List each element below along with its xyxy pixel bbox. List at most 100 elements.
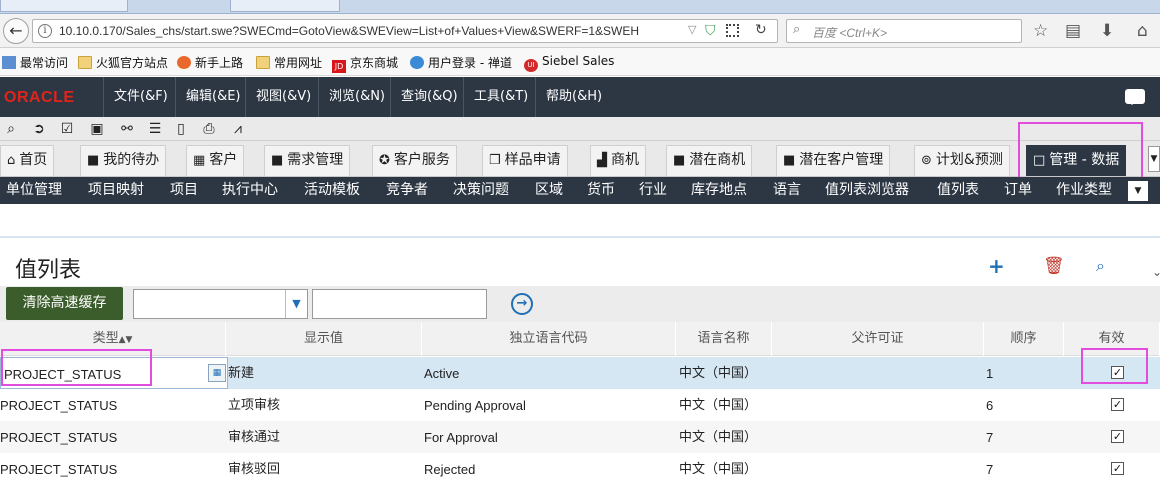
- cell-code[interactable]: Active: [424, 357, 459, 389]
- query-value-input[interactable]: [312, 289, 487, 319]
- column-header-parent[interactable]: 父许可证: [772, 322, 984, 356]
- subnav-item[interactable]: 活动模板: [304, 177, 360, 204]
- subnav-item[interactable]: 项目映射: [88, 177, 144, 204]
- info-icon[interactable]: i: [38, 24, 52, 38]
- cell-language[interactable]: 中文（中国）: [679, 453, 757, 485]
- pick-list-icon[interactable]: ▦: [208, 364, 226, 382]
- column-header-display[interactable]: 显示值: [226, 322, 422, 356]
- chevron-down-icon[interactable]: ▼: [285, 290, 307, 318]
- browser-tab[interactable]: [0, 0, 128, 12]
- subnav-item[interactable]: 行业: [639, 177, 667, 204]
- query-field-select[interactable]: ▼: [133, 289, 308, 319]
- cell-order[interactable]: 7: [986, 421, 993, 453]
- menu-query[interactable]: 查询(&Q): [390, 77, 468, 117]
- clipboard-icon[interactable]: ▣: [88, 120, 106, 138]
- subnav-item[interactable]: 语言: [773, 177, 801, 204]
- checkbox-active[interactable]: ✓: [1111, 462, 1124, 475]
- bookmark-item[interactable]: JD 京东商城: [332, 54, 398, 73]
- bookmark-item[interactable]: 火狐官方站点: [78, 54, 168, 71]
- subnav-item[interactable]: 值列表浏览器: [825, 177, 909, 204]
- column-header-language[interactable]: 语言名称: [676, 322, 772, 356]
- search-icon[interactable]: ⌕: [1096, 256, 1105, 276]
- address-bar[interactable]: i 10.10.0.170/Sales_chs/start.swe?SWECmd…: [32, 19, 778, 43]
- checkbox-active[interactable]: ✓: [1111, 430, 1124, 443]
- tab-plan-forecast[interactable]: ⊚ 计划&预测: [914, 145, 1010, 176]
- tab-potential-opportunities[interactable]: ■ 潜在商机: [666, 145, 753, 176]
- tab-accounts[interactable]: ▦ 客户: [186, 145, 245, 176]
- browser-tab[interactable]: [230, 0, 340, 12]
- subnav-item[interactable]: 库存地点: [691, 177, 747, 204]
- add-icon[interactable]: +: [988, 256, 1005, 276]
- tab-opportunities[interactable]: ▟ 商机: [590, 145, 646, 176]
- column-header-code[interactable]: 独立语言代码: [422, 322, 676, 356]
- star-icon[interactable]: ☆: [1033, 21, 1048, 41]
- clear-cache-button[interactable]: 清除高速缓存: [6, 287, 123, 320]
- home-icon[interactable]: ⌂: [1137, 21, 1148, 41]
- menu-navigate[interactable]: 浏览(&N): [318, 77, 395, 117]
- go-forward-icon[interactable]: ➲: [30, 120, 48, 138]
- menu-edit[interactable]: 编辑(&E): [175, 77, 251, 117]
- link-icon[interactable]: ⚯: [118, 120, 136, 138]
- chat-icon[interactable]: [1125, 89, 1145, 105]
- bookmark-item[interactable]: 最常访问: [2, 54, 68, 71]
- cell-code[interactable]: Pending Approval: [424, 389, 526, 421]
- subnav-item[interactable]: 项目: [170, 177, 198, 204]
- cell-language[interactable]: 中文（中国）: [679, 421, 757, 453]
- download-icon[interactable]: ⬇: [1100, 21, 1114, 41]
- cell-display[interactable]: 新建: [228, 357, 254, 389]
- cell-type[interactable]: PROJECT_STATUS: [0, 389, 117, 421]
- back-arrow-icon[interactable]: ←: [3, 18, 29, 44]
- subnav-item[interactable]: 作业类型: [1056, 177, 1112, 204]
- chart-icon[interactable]: ⩘: [229, 120, 247, 138]
- cell-language[interactable]: 中文（中国）: [679, 389, 757, 421]
- column-header-order[interactable]: 顺序: [984, 322, 1064, 356]
- menu-tools[interactable]: 工具(&T): [463, 77, 538, 117]
- subnav-item[interactable]: 执行中心: [222, 177, 278, 204]
- reload-icon[interactable]: ↻: [755, 22, 767, 38]
- table-row[interactable]: PROJECT_STATUS 审核驳回 Rejected 中文（中国） 7 ✓: [0, 453, 1160, 485]
- subnav-item[interactable]: 值列表: [937, 177, 979, 204]
- address-text[interactable]: 10.10.0.170/Sales_chs/start.swe?SWECmd=G…: [59, 24, 699, 38]
- menu-file[interactable]: 文件(&F): [103, 77, 178, 117]
- cell-display[interactable]: 立项审核: [228, 389, 280, 421]
- qr-code-icon[interactable]: [726, 24, 739, 37]
- tab-potential-customers[interactable]: ■ 潜在客户管理: [776, 145, 891, 176]
- cell-type[interactable]: PROJECT_STATUS: [0, 453, 117, 485]
- cell-language[interactable]: 中文（中国）: [679, 357, 757, 389]
- subnav-item[interactable]: 竞争者: [386, 177, 428, 204]
- cell-type[interactable]: PROJECT_STATUS: [0, 421, 117, 453]
- menu-help[interactable]: 帮助(&H): [535, 77, 612, 117]
- cell-display[interactable]: 审核通过: [228, 421, 280, 453]
- tab-home[interactable]: ⌂ 首页: [0, 145, 55, 176]
- tab-customer-service[interactable]: ✪ 客户服务: [372, 145, 457, 176]
- table-row[interactable]: PROJECT_STATUS ▦ 新建 Active 中文（中国） 1 ✓: [0, 357, 1160, 389]
- cell-order[interactable]: 6: [986, 389, 993, 421]
- trash-icon[interactable]: 🗑: [1043, 256, 1065, 276]
- search-icon[interactable]: ⌕: [2, 120, 20, 138]
- go-arrow-icon[interactable]: →: [511, 293, 533, 315]
- subnav-item[interactable]: 货币: [587, 177, 615, 204]
- table-row[interactable]: PROJECT_STATUS 审核通过 For Approval 中文（中国） …: [0, 421, 1160, 453]
- subnav-item[interactable]: 单位管理: [6, 177, 62, 204]
- subnav-item[interactable]: 订单: [1004, 177, 1032, 204]
- cell-display[interactable]: 审核驳回: [228, 453, 280, 485]
- cell-order[interactable]: 1: [986, 357, 993, 389]
- table-row[interactable]: PROJECT_STATUS 立项审核 Pending Approval 中文（…: [0, 389, 1160, 421]
- bookmark-item[interactable]: 新手上路: [177, 54, 243, 71]
- task-icon[interactable]: ☑: [58, 120, 76, 138]
- tab-requirements[interactable]: ■ 需求管理: [264, 145, 351, 176]
- subnav-item[interactable]: 区域: [535, 177, 563, 204]
- shield-icon[interactable]: ⛉: [705, 23, 716, 39]
- tabs-more-dropdown[interactable]: ▼: [1148, 146, 1160, 172]
- sort-icon[interactable]: ▲▼: [119, 335, 133, 345]
- cell-code[interactable]: Rejected: [424, 453, 475, 485]
- menu-view[interactable]: 视图(&V): [245, 77, 321, 117]
- reading-list-icon[interactable]: ▤: [1065, 21, 1081, 41]
- cell-code[interactable]: For Approval: [424, 421, 498, 453]
- chevron-down-icon[interactable]: ⌄: [1152, 262, 1160, 282]
- dropdown-arrow-icon[interactable]: ▽: [688, 23, 696, 36]
- cell-order[interactable]: 7: [986, 453, 993, 485]
- subnav-item[interactable]: 决策问题: [453, 177, 509, 204]
- search-input[interactable]: ⌕ 百度 <Ctrl+K>: [786, 19, 1022, 43]
- print-icon[interactable]: ⎙: [200, 120, 218, 138]
